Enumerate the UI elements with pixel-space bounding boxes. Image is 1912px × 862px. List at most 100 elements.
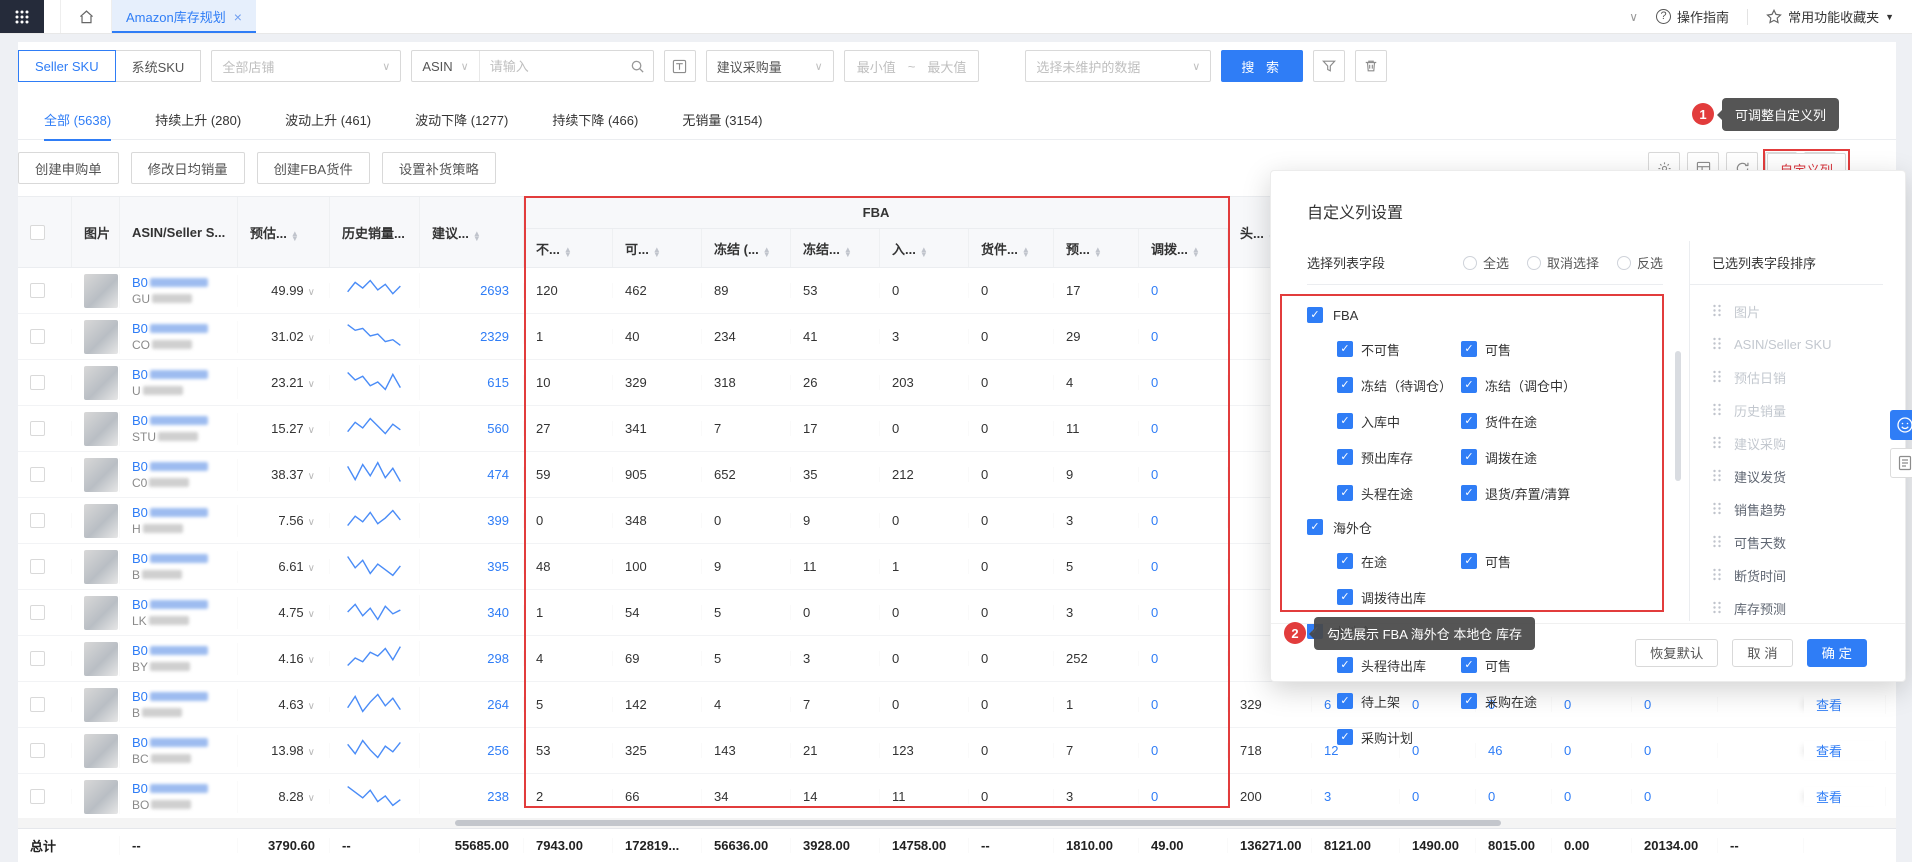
row-view-link[interactable]: 查看 [1804,695,1886,714]
fba-col-header-0[interactable]: 不...▲▼ [524,229,613,267]
fba-value-cell[interactable]: 0 [1139,513,1228,528]
filter-funnel-icon[interactable] [1313,50,1345,82]
chevron-down-icon[interactable]: ∨ [308,793,315,804]
reset-default-button[interactable]: 恢复默认 [1635,639,1718,667]
fba-col-header-1[interactable]: 可...▲▼ [613,229,702,267]
chevron-down-icon[interactable]: ∨ [308,379,315,390]
asin-line1[interactable]: B0 [132,275,237,291]
chevron-down-icon[interactable]: ∨ [308,701,315,712]
fba-value-cell[interactable]: 0 [1139,651,1228,666]
field-checkbox-0-3[interactable]: ✓冻结（调仓中） [1461,367,1585,403]
row-suggest-cell[interactable]: 560 [420,421,524,436]
row-suggest-cell[interactable]: 238 [420,789,524,804]
col-header-asin[interactable]: ASIN/Seller S... [120,197,238,267]
action-button-1[interactable]: 修改日均销量 [131,152,245,184]
sort-icon[interactable]: ▲▼ [653,240,661,257]
fba-value-cell[interactable]: 0 [1139,329,1228,344]
field-checkbox-2-3[interactable]: ✓采购在途 [1461,683,1585,719]
chevron-down-icon[interactable]: ∨ [308,609,315,620]
asin-line1[interactable]: B0 [132,781,237,797]
drag-handle-icon[interactable] [1712,403,1722,416]
group-checkbox-1[interactable]: ✓海外仓 [1307,511,1689,543]
scrollbar-thumb[interactable] [455,820,1501,826]
drag-handle-icon[interactable] [1712,469,1722,482]
tab-amazon-inventory-planning[interactable]: Amazon库存规划 × [112,0,256,33]
sort-icon[interactable]: ▲▼ [473,224,481,241]
sorted-field-5[interactable]: 建议发货 [1712,460,1897,493]
asin-line1[interactable]: B0 [132,597,237,613]
asin-line1[interactable]: B0 [132,735,237,751]
row-checkbox[interactable] [30,651,45,666]
asin-select[interactable]: ASIN∨ [412,51,479,81]
tab-3[interactable]: 波动下降 (1277) [415,100,508,140]
col-header-history[interactable]: 历史销量... [330,197,420,267]
radio-1[interactable]: 取消选择 [1527,253,1599,272]
tab-0[interactable]: 全部 (5638) [44,100,111,140]
field-checkbox-0-8[interactable]: ✓头程在途 [1337,475,1461,511]
field-checkbox-1-1[interactable]: ✓可售 [1461,543,1585,579]
field-checkbox-0-9[interactable]: ✓退货/弃置/清算 [1461,475,1585,511]
drag-handle-icon[interactable] [1712,436,1722,449]
close-icon[interactable]: × [234,9,242,25]
sort-icon[interactable]: ▲▼ [291,224,299,241]
drag-handle-icon[interactable] [1712,502,1722,515]
field-checkbox-0-4[interactable]: ✓入库中 [1337,403,1461,439]
field-checkbox-0-5[interactable]: ✓货件在途 [1461,403,1585,439]
row-suggest-cell[interactable]: 264 [420,697,524,712]
drag-handle-icon[interactable] [1712,535,1722,548]
fba-value-cell[interactable]: 0 [1139,697,1228,712]
row-suggest-cell[interactable]: 474 [420,467,524,482]
chevron-down-icon[interactable]: ∨ [1629,10,1638,24]
row-suggest-cell[interactable]: 2693 [420,283,524,298]
field-checkbox-0-7[interactable]: ✓调拨在途 [1461,439,1585,475]
fba-value-cell[interactable]: 0 [1139,743,1228,758]
chevron-down-icon[interactable]: ∨ [308,471,315,482]
fba-value-cell[interactable]: 0 [1139,467,1228,482]
fba-col-header-6[interactable]: 预...▲▼ [1054,229,1139,267]
drag-handle-icon[interactable] [1712,568,1722,581]
row-checkbox[interactable] [30,743,45,758]
fba-value-cell[interactable]: 0 [1139,375,1228,390]
max-value-input[interactable]: 最大值 [915,57,978,76]
sku-toggle-0[interactable]: Seller SKU [18,50,116,82]
apps-grid-icon[interactable] [0,0,44,33]
fba-value-cell[interactable]: 0 [1139,789,1228,804]
asin-line1[interactable]: B0 [132,459,237,475]
row-suggest-cell[interactable]: 340 [420,605,524,620]
fba-col-header-3[interactable]: 冻结...▲▼ [791,229,880,267]
action-button-0[interactable]: 创建申购单 [18,152,119,184]
min-value-input[interactable]: 最小值 [845,57,908,76]
search-input[interactable] [480,59,630,74]
radio-2[interactable]: 反选 [1617,253,1663,272]
field-checkbox-1-0[interactable]: ✓在途 [1337,543,1461,579]
col-header-image[interactable]: 图片 [72,197,120,267]
field-checkbox-0-1[interactable]: ✓可售 [1461,331,1585,367]
drag-handle-icon[interactable] [1712,337,1722,350]
field-checkbox-2-4[interactable]: ✓采购计划 [1337,719,1461,755]
sort-icon[interactable]: ▲▼ [763,240,771,257]
sorted-field-9[interactable]: 库存预测 [1712,592,1897,619]
row-view-link[interactable]: 查看 [1804,787,1886,806]
tab-2[interactable]: 波动上升 (461) [285,100,371,140]
drag-handle-icon[interactable] [1712,304,1722,317]
action-button-2[interactable]: 创建FBA货件 [257,152,370,184]
fba-col-header-5[interactable]: 货件...▲▼ [969,229,1054,267]
drag-handle-icon[interactable] [1712,601,1722,614]
cancel-button[interactable]: 取 消 [1732,639,1792,667]
group-checkbox-0[interactable]: ✓FBA [1307,299,1689,331]
row-checkbox[interactable] [30,375,45,390]
field-checkbox-0-6[interactable]: ✓预出库存 [1337,439,1461,475]
chevron-down-icon[interactable]: ∨ [308,563,315,574]
chevron-down-icon[interactable]: ∨ [308,333,315,344]
field-checkbox-1-2[interactable]: ✓调拨待出库 [1337,579,1461,615]
search-icon[interactable] [630,59,645,74]
row-checkbox[interactable] [30,421,45,436]
row-suggest-cell[interactable]: 399 [420,513,524,528]
sort-icon[interactable]: ▲▼ [564,240,572,257]
fba-col-header-2[interactable]: 冻结 (...▲▼ [702,229,791,267]
fba-value-cell[interactable]: 0 [1139,283,1228,298]
maintain-select[interactable]: 选择未维护的数据∨ [1025,50,1211,82]
chevron-down-icon[interactable]: ∨ [308,517,315,528]
row-checkbox[interactable] [30,329,45,344]
guide-link[interactable]: ? 操作指南 [1656,7,1729,26]
